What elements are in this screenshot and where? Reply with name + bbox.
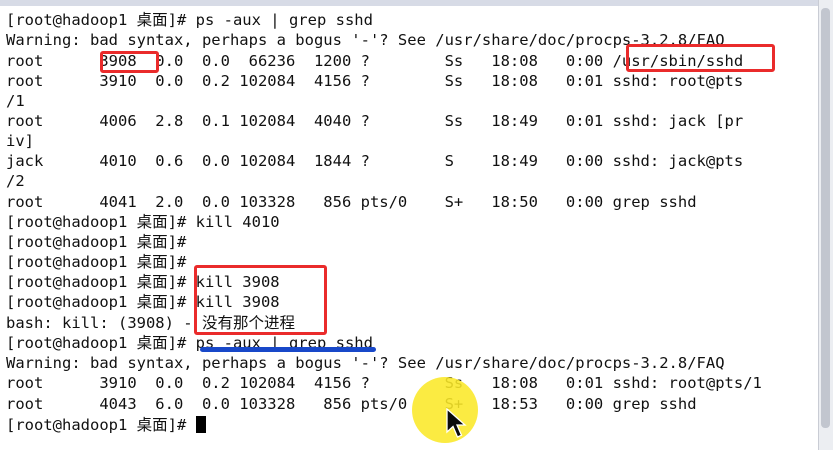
- terminal-line: Warning: bad syntax, perhaps a bogus '-'…: [6, 354, 725, 372]
- command-underline: [200, 347, 376, 352]
- terminal-window[interactable]: [root@hadoop1 桌面]# ps -aux | grep sshd W…: [0, 0, 833, 450]
- terminal-line: [root@hadoop1 桌面]# kill 4010: [6, 213, 280, 231]
- vertical-scrollbar[interactable]: [818, 0, 833, 450]
- terminal-line: Warning: bad syntax, perhaps a bogus '-'…: [6, 31, 725, 49]
- pid-highlight-box: [100, 51, 159, 73]
- block-cursor: [195, 416, 206, 433]
- title-strip: [0, 0, 833, 6]
- terminal-line: root 4043 6.0 0.0 103328 856 pts/0 S+ 18…: [6, 395, 697, 413]
- sshd-path-highlight-box: [626, 44, 775, 72]
- terminal-line: iv]: [6, 132, 34, 150]
- terminal-line: /2: [6, 172, 25, 190]
- mouse-pointer-icon: [446, 408, 467, 438]
- terminal-line: [root@hadoop1 桌面]# ps -aux | grep sshd: [6, 11, 373, 29]
- kill-output-highlight-box: [194, 265, 327, 335]
- terminal-line: /1: [6, 92, 25, 110]
- terminal-line: root 3910 0.0 0.2 102084 4156 ? Ss 18:08…: [6, 72, 744, 90]
- terminal-line: [root@hadoop1 桌面]#: [6, 253, 187, 271]
- terminal-line: root 3910 0.0 0.2 102084 4156 ? Ss 18:08…: [6, 374, 762, 392]
- terminal-line: root 4041 2.0 0.0 103328 856 pts/0 S+ 18…: [6, 193, 697, 211]
- terminal-line: [root@hadoop1 桌面]#: [6, 233, 187, 251]
- pointer-highlight: [412, 377, 478, 443]
- scrollbar-thumb[interactable]: [821, 8, 830, 428]
- terminal-line: root 4006 2.8 0.1 102084 4040 ? Ss 18:49…: [6, 112, 744, 130]
- prompt-text: [root@hadoop1 桌面]#: [6, 416, 196, 434]
- terminal-line: jack 4010 0.6 0.0 102084 1844 ? S 18:49 …: [6, 152, 744, 170]
- prompt-line[interactable]: [root@hadoop1 桌面]#: [6, 415, 206, 435]
